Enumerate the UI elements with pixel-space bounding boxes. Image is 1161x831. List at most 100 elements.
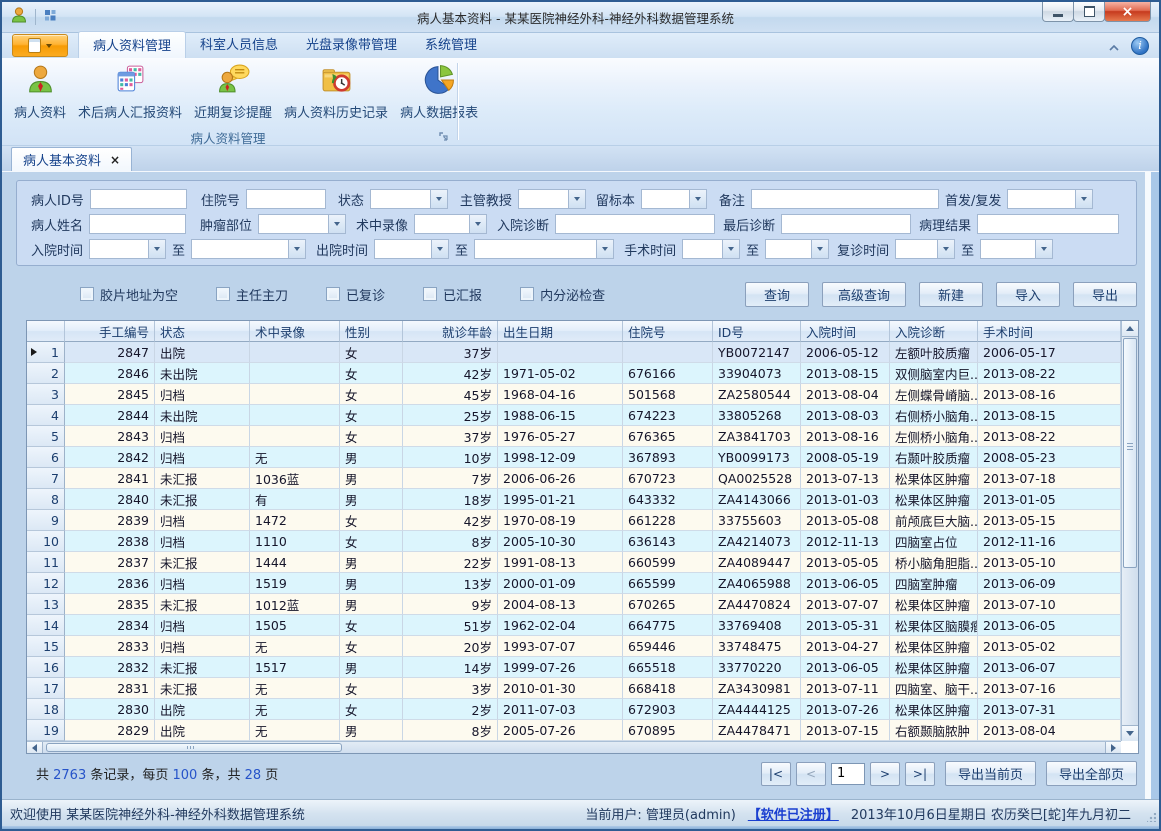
column-header-0[interactable] (27, 321, 65, 342)
combo-dropdown-button[interactable] (689, 190, 706, 208)
filter-combo-2-3[interactable] (474, 239, 614, 259)
scroll-left-button[interactable] (27, 742, 43, 753)
filter-input-1-0[interactable] (89, 214, 186, 234)
query-button[interactable]: 查询 (745, 282, 809, 307)
scroll-right-button[interactable] (1105, 742, 1121, 753)
minimize-button[interactable] (1042, 2, 1074, 22)
combo-dropdown-button[interactable] (1075, 190, 1092, 208)
checkbox-box[interactable] (326, 287, 340, 301)
ribbon-button-1[interactable]: 术后病人汇报资料 (72, 61, 188, 121)
collapse-ribbon-icon[interactable] (1109, 36, 1119, 55)
table-row[interactable]: 12847出院女37岁YB00721472006-05-12左额叶胶质瘤2006… (27, 342, 1138, 363)
horizontal-scrollbar[interactable] (27, 741, 1121, 753)
checkbox-1[interactable]: 主任主刀 (216, 285, 288, 304)
table-row[interactable]: 172831未汇报无女3岁2010-01-30668418ZA343098120… (27, 678, 1138, 699)
checkbox-4[interactable]: 内分泌检查 (520, 285, 605, 304)
tab-patient-basic-info[interactable]: 病人基本资料 × (11, 147, 132, 171)
checkbox-box[interactable] (520, 287, 534, 301)
info-icon[interactable]: i (1131, 37, 1149, 55)
ribbon-button-3[interactable]: 病人资料历史记录 (278, 61, 394, 121)
filter-combo-0-2[interactable] (370, 189, 448, 209)
ribbon-tab-1[interactable]: 科室人员信息 (186, 31, 292, 58)
table-row[interactable]: 162832未汇报1517男14岁1999-07-266655183377022… (27, 657, 1138, 678)
combo-dropdown-button[interactable] (1035, 240, 1052, 258)
table-row[interactable]: 72841未汇报1036蓝男7岁2006-06-26670723QA002552… (27, 468, 1138, 489)
column-header-11[interactable]: 手术时间 (978, 321, 1121, 342)
checkbox-2[interactable]: 已复诊 (326, 285, 385, 304)
column-header-4[interactable]: 性别 (340, 321, 403, 342)
column-header-10[interactable]: 入院诊断 (890, 321, 978, 342)
ribbon-tab-0[interactable]: 病人资料管理 (78, 31, 186, 58)
combo-dropdown-button[interactable] (937, 240, 954, 258)
table-row[interactable]: 92839归档1472女42岁1970-08-19661228337556032… (27, 510, 1138, 531)
combo-dropdown-button[interactable] (328, 215, 345, 233)
import-button[interactable]: 导入 (996, 282, 1060, 307)
combo-dropdown-button[interactable] (722, 240, 739, 258)
filter-combo-2-7[interactable] (980, 239, 1053, 259)
table-row[interactable]: 102838归档1110女8岁2005-10-30636143ZA4214073… (27, 531, 1138, 552)
combo-dropdown-button[interactable] (811, 240, 828, 258)
filter-input-0-1[interactable] (246, 189, 326, 209)
filter-combo-1-2[interactable] (414, 214, 487, 234)
scroll-down-button[interactable] (1122, 725, 1138, 741)
app-menu-button[interactable] (12, 34, 68, 57)
table-row[interactable]: 22846未出院女42岁1971-05-02676166339040732013… (27, 363, 1138, 384)
column-header-7[interactable]: 住院号 (623, 321, 713, 342)
ribbon-button-4[interactable]: 病人数据报表 (394, 61, 484, 121)
checkbox-box[interactable] (80, 287, 94, 301)
table-row[interactable]: 152833归档无女20岁1993-07-0765944633748475201… (27, 636, 1138, 657)
table-row[interactable]: 192829出院无男8岁2005-07-26670895ZA4478471201… (27, 720, 1138, 741)
table-row[interactable]: 182830出院无女2岁2011-07-03672903ZA4444125201… (27, 699, 1138, 720)
filter-combo-2-5[interactable] (765, 239, 829, 259)
close-tab-icon[interactable]: × (110, 153, 120, 167)
filter-combo-0-3[interactable] (518, 189, 586, 209)
export-current-page-button[interactable]: 导出当前页 (945, 761, 1036, 786)
table-row[interactable]: 122836归档1519男13岁2000-01-09665599ZA406598… (27, 573, 1138, 594)
combo-dropdown-button[interactable] (469, 215, 486, 233)
export-button[interactable]: 导出 (1073, 282, 1137, 307)
quick-access-icon[interactable] (43, 8, 58, 27)
table-row[interactable]: 42844未出院女25岁1988-06-15674223338052682013… (27, 405, 1138, 426)
filter-combo-2-4[interactable] (682, 239, 740, 259)
table-row[interactable]: 142834归档1505女51岁1962-02-0466477533769408… (27, 615, 1138, 636)
combo-dropdown-button[interactable] (148, 240, 165, 258)
table-row[interactable]: 32845归档女45岁1968-04-16501568ZA25805442013… (27, 384, 1138, 405)
ribbon-button-2[interactable]: 近期复诊提醒 (188, 61, 278, 121)
dialog-launcher-icon[interactable] (439, 131, 450, 142)
page-number-input[interactable] (831, 763, 865, 785)
combo-dropdown-button[interactable] (288, 240, 305, 258)
column-header-9[interactable]: 入院时间 (801, 321, 890, 342)
filter-combo-2-6[interactable] (895, 239, 955, 259)
table-row[interactable]: 82840未汇报有男18岁1995-01-21643332ZA414306620… (27, 489, 1138, 510)
filter-input-1-3[interactable] (555, 214, 715, 234)
combo-dropdown-button[interactable] (596, 240, 613, 258)
ribbon-tab-2[interactable]: 光盘录像带管理 (292, 31, 411, 58)
filter-combo-2-1[interactable] (191, 239, 306, 259)
table-row[interactable]: 52843归档女37岁1976-05-27676365ZA38417032013… (27, 426, 1138, 447)
table-row[interactable]: 132835未汇报1012蓝男9岁2004-08-13670265ZA44708… (27, 594, 1138, 615)
filter-combo-1-1[interactable] (258, 214, 346, 234)
combo-dropdown-button[interactable] (568, 190, 585, 208)
license-link[interactable]: 【软件已注册】 (748, 804, 839, 823)
checkbox-3[interactable]: 已汇报 (423, 285, 482, 304)
filter-input-1-4[interactable] (781, 214, 911, 234)
column-header-6[interactable]: 出生日期 (498, 321, 623, 342)
filter-input-0-0[interactable] (90, 189, 187, 209)
scroll-up-button[interactable] (1122, 321, 1138, 337)
checkbox-0[interactable]: 胶片地址为空 (80, 285, 178, 304)
table-row[interactable]: 62842归档无男10岁1998-12-09367893YB0099173200… (27, 447, 1138, 468)
column-header-5[interactable]: 就诊年龄 (403, 321, 498, 342)
combo-dropdown-button[interactable] (431, 240, 448, 258)
last-page-button[interactable]: >| (905, 762, 935, 786)
combo-dropdown-button[interactable] (430, 190, 447, 208)
horizontal-scroll-thumb[interactable] (46, 743, 342, 752)
filter-combo-0-4[interactable] (641, 189, 707, 209)
new-button[interactable]: 新建 (919, 282, 983, 307)
next-page-button[interactable]: > (870, 762, 900, 786)
filter-combo-0-6[interactable] (1007, 189, 1093, 209)
table-row[interactable]: 112837未汇报1444男22岁1991-08-13660599ZA40894… (27, 552, 1138, 573)
ribbon-button-0[interactable]: 病人资料 (8, 61, 72, 121)
ribbon-tab-3[interactable]: 系统管理 (411, 31, 491, 58)
filter-combo-2-2[interactable] (374, 239, 449, 259)
filter-input-1-5[interactable] (977, 214, 1119, 234)
